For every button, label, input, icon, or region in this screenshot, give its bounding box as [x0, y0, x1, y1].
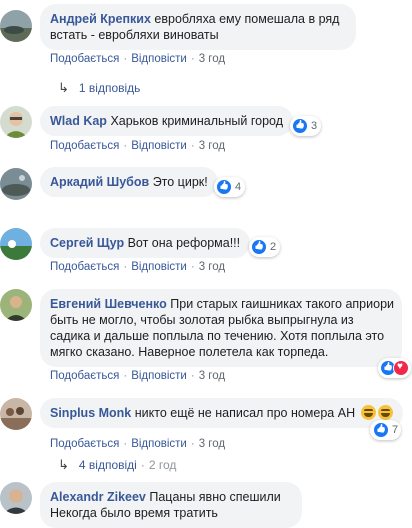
- comment-time[interactable]: 3 год: [199, 370, 225, 382]
- reply-link[interactable]: Відповісти: [131, 53, 187, 65]
- comment-time[interactable]: 3 год: [199, 140, 225, 152]
- replies-count[interactable]: 4 відповіді: [79, 458, 137, 472]
- comment-bubble: Alexandr Zikeev Пацаны явно спешили Неко…: [40, 482, 302, 528]
- comment-bubble: Wlad Kap Харьков криминальный город: [40, 106, 294, 136]
- avatar[interactable]: [0, 10, 32, 42]
- avatar[interactable]: [0, 289, 32, 321]
- comment-text: никто ещё не написал про номера АН: [134, 406, 356, 420]
- like-reaction-icon: [292, 118, 308, 134]
- comment-time[interactable]: 3 год: [199, 53, 225, 65]
- replies-link[interactable]: ↳ 1 відповідь: [58, 80, 140, 96]
- comment-author[interactable]: Евгений Шевченко: [50, 297, 167, 311]
- comment-actions: Подобається · Відповісти · 3 год: [50, 53, 226, 65]
- avatar[interactable]: [0, 398, 32, 430]
- reply-arrow-icon: ↳: [58, 457, 69, 472]
- reply-link[interactable]: Відповісти: [131, 140, 187, 152]
- like-link[interactable]: Подобається: [50, 438, 119, 450]
- comment-actions: Подобається · Відповісти · 3 год: [50, 140, 226, 152]
- replies-time[interactable]: 2 год: [149, 458, 177, 472]
- reply-link[interactable]: Відповісти: [131, 438, 187, 450]
- laughing-emoji-icon: [377, 405, 393, 420]
- comment-time[interactable]: 3 год: [199, 261, 225, 273]
- like-reaction-icon: [216, 179, 232, 195]
- like-link[interactable]: Подобається: [50, 140, 119, 152]
- comment-bubble: Андрей Крепких евробляха ему помешала в …: [40, 4, 356, 50]
- like-reaction-icon: [373, 422, 389, 438]
- avatar[interactable]: [0, 168, 32, 200]
- comment-author[interactable]: Alexandr Zikeev: [50, 490, 146, 504]
- like-reaction-icon: [251, 239, 267, 255]
- reply-arrow-icon: ↳: [58, 80, 69, 95]
- like-link[interactable]: Подобається: [50, 261, 119, 273]
- reaction-summary[interactable]: 4: [214, 177, 246, 197]
- laughing-emoji-icon: [360, 405, 376, 420]
- avatar[interactable]: [0, 228, 32, 260]
- reaction-count: 4: [235, 181, 242, 193]
- reply-link[interactable]: Відповісти: [131, 261, 187, 273]
- avatar[interactable]: [0, 106, 32, 138]
- reaction-count: 7: [392, 424, 399, 436]
- comment-author[interactable]: Аркадий Шубов: [50, 175, 149, 189]
- comment-bubble: Евгений Шевченко При старых гаишниках та…: [40, 289, 402, 367]
- avatar[interactable]: [0, 482, 32, 514]
- reaction-count: 2: [270, 241, 277, 253]
- comment-author[interactable]: Wlad Kap: [50, 114, 107, 128]
- comment-text: Харьков криминальный город: [110, 114, 284, 128]
- comment-time[interactable]: 3 год: [199, 438, 225, 450]
- comment-text: Вот она реформа!!!: [127, 236, 241, 250]
- comment-author[interactable]: Sinplus Monk: [50, 406, 131, 420]
- like-link[interactable]: Подобається: [50, 370, 119, 382]
- reaction-summary[interactable]: 3: [290, 116, 322, 136]
- comment-bubble: Сергей Щур Вот она реформа!!!: [40, 228, 251, 258]
- comment-text: Это цирк!: [152, 175, 208, 189]
- comment-actions: Подобається · Відповісти · 3 год: [50, 370, 226, 382]
- like-link[interactable]: Подобається: [50, 53, 119, 65]
- comment-author[interactable]: Сергей Щур: [50, 236, 124, 250]
- comment-bubble: Sinplus Monk никто ещё не написал про но…: [40, 398, 403, 428]
- replies-count[interactable]: 1 відповідь: [79, 81, 141, 95]
- reaction-summary[interactable]: [378, 358, 411, 378]
- reaction-summary[interactable]: 7: [370, 420, 402, 440]
- comment-bubble: Аркадий Шубов Это цирк!: [40, 167, 218, 197]
- comment-actions: Подобається · Відповісти · 3 год: [50, 261, 226, 273]
- replies-link[interactable]: ↳ 4 відповіді · 2 год: [58, 457, 176, 473]
- comment-actions: Подобається · Відповісти · 3 год: [50, 438, 226, 450]
- comment-author[interactable]: Андрей Крепких: [50, 12, 151, 26]
- reaction-summary[interactable]: 2: [249, 237, 281, 257]
- reaction-count: 3: [311, 120, 318, 132]
- reply-link[interactable]: Відповісти: [131, 370, 187, 382]
- love-reaction-icon: [393, 360, 409, 376]
